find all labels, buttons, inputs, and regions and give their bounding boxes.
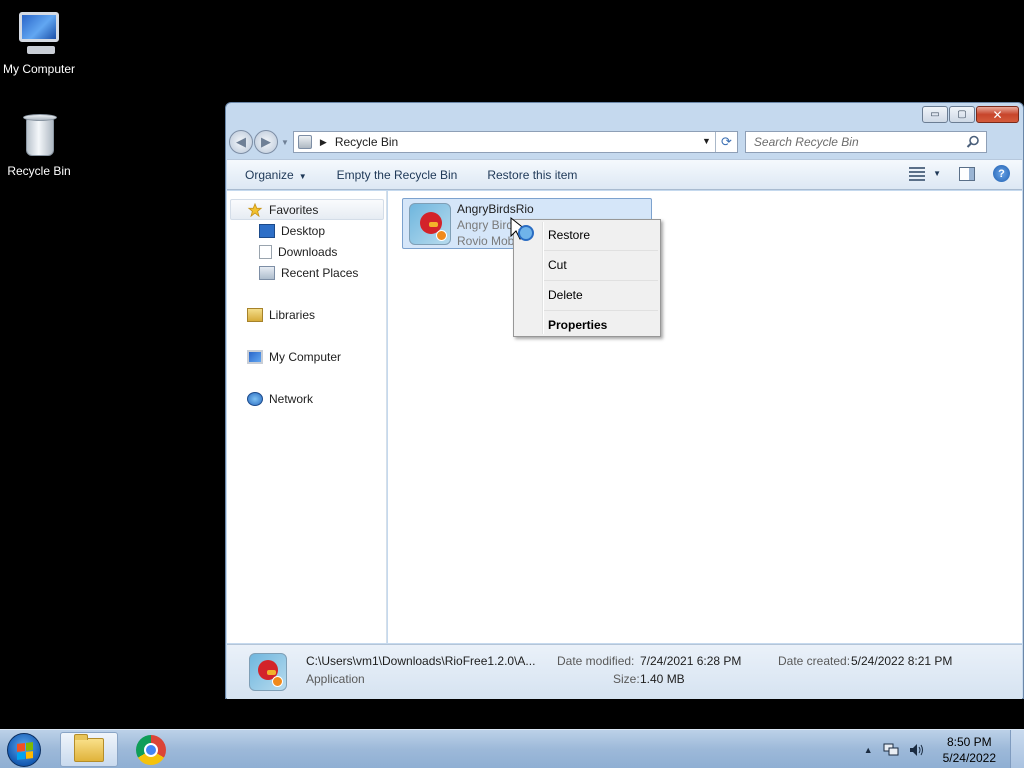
details-date-created: 5/24/2022 8:21 PM <box>851 654 953 668</box>
clock-time: 8:50 PM <box>946 734 992 749</box>
command-bar: Organize ▼ Empty the Recycle Bin Restore … <box>227 159 1022 190</box>
address-bar[interactable]: ▶ Recycle Bin ▼ ⟳ <box>292 131 738 153</box>
folder-icon <box>74 733 104 762</box>
nav-desktop[interactable]: Desktop <box>227 220 386 241</box>
taskbar-chrome-button[interactable] <box>122 732 180 767</box>
nav-recent-places[interactable]: Recent Places <box>227 262 386 283</box>
system-tray: ▲ 8:50 PM 5/24/2022 <box>864 730 1024 768</box>
taskbar-explorer-button[interactable] <box>60 732 118 767</box>
forward-button[interactable]: ▶ <box>254 130 278 154</box>
details-size-label: Size: <box>613 672 640 686</box>
nav-favorites[interactable]: Favorites <box>230 199 384 220</box>
search-input[interactable]: Search Recycle Bin <box>744 131 987 153</box>
breadcrumb-location[interactable]: Recycle Bin <box>335 135 398 149</box>
downloads-icon <box>259 244 272 259</box>
details-date-created-label: Date created: <box>778 654 851 668</box>
refresh-icon[interactable]: ⟳ <box>714 132 737 152</box>
empty-recycle-bin-button[interactable]: Empty the Recycle Bin <box>337 168 458 182</box>
network-icon[interactable] <box>883 743 899 757</box>
search-icon[interactable] <box>966 135 980 149</box>
show-desktop-button[interactable] <box>1010 730 1024 768</box>
breadcrumb-separator-icon[interactable]: ▶ <box>320 137 327 148</box>
volume-icon[interactable] <box>909 743 925 757</box>
recycle-bin-icon <box>297 135 312 149</box>
windows-logo-icon <box>17 742 33 760</box>
network-icon <box>247 391 263 406</box>
desktop-icon-label: Recycle Bin <box>7 164 71 178</box>
minimize-button[interactable]: ▭ <box>922 106 948 123</box>
details-type: Application <box>306 672 365 686</box>
details-path: C:\Users\vm1\Downloads\RioFree1.2.0\A... <box>306 654 536 668</box>
clock-date: 5/24/2022 <box>942 750 996 765</box>
context-cut[interactable]: Cut <box>514 250 660 280</box>
computer-icon <box>15 10 63 58</box>
desktop-icon-my-computer[interactable]: My Computer <box>0 10 78 76</box>
clock[interactable]: 8:50 PM 5/24/2022 <box>943 734 996 766</box>
back-button[interactable]: ◀ <box>229 130 253 154</box>
details-date-modified: 7/24/2021 6:28 PM <box>640 654 742 668</box>
context-restore[interactable]: Restore <box>514 220 660 250</box>
details-date-modified-label: Date modified: <box>557 654 635 668</box>
chevron-down-icon: ▼ <box>298 171 307 181</box>
file-list: AngryBirdsRio Angry Bird Rovio Mob <box>388 191 1022 643</box>
star-icon <box>247 202 263 217</box>
explorer-window: ▭ ▢ ✕ ◀ ▶ ▼ ▶ Recycle Bin ▼ ⟳ Search Rec… <box>225 102 1024 699</box>
recent-places-icon <box>259 265 275 280</box>
organize-button[interactable]: Organize ▼ <box>245 168 307 182</box>
start-button[interactable] <box>7 733 41 767</box>
recycle-bin-icon <box>15 112 63 160</box>
maximize-button[interactable]: ▢ <box>949 106 975 123</box>
angry-birds-app-icon <box>409 203 451 245</box>
computer-icon <box>247 349 263 364</box>
details-pane: C:\Users\vm1\Downloads\RioFree1.2.0\A...… <box>227 644 1022 699</box>
chrome-icon <box>136 734 166 765</box>
window-controls: ▭ ▢ ✕ <box>922 106 1019 123</box>
search-placeholder: Search Recycle Bin <box>753 135 859 149</box>
recent-pages-dropdown[interactable]: ▼ <box>281 138 289 147</box>
restore-item-button[interactable]: Restore this item <box>487 168 577 182</box>
close-button[interactable]: ✕ <box>976 106 1019 123</box>
desktop-icon <box>259 223 275 238</box>
views-icon <box>909 166 926 181</box>
chevron-down-icon: ▼ <box>933 169 941 178</box>
desktop-icon-recycle-bin[interactable]: Recycle Bin <box>0 112 78 178</box>
taskbar: ▲ 8:50 PM 5/24/2022 <box>0 729 1024 768</box>
address-dropdown-icon[interactable]: ▼ <box>702 136 711 146</box>
nav-network[interactable]: Network <box>227 388 386 409</box>
preview-pane-icon[interactable] <box>959 166 975 181</box>
nav-libraries[interactable]: Libraries <box>227 304 386 325</box>
angry-birds-app-icon <box>249 653 287 691</box>
context-properties[interactable]: Properties <box>514 310 660 340</box>
file-name: AngryBirdsRio <box>457 202 534 216</box>
navigation-pane: Favorites Desktop Downloads Recent Place… <box>227 191 387 643</box>
busy-cursor-icon <box>510 216 534 241</box>
change-view-button[interactable]: ▼ <box>909 166 941 181</box>
help-icon[interactable]: ? <box>993 165 1010 182</box>
show-hidden-icons-button[interactable]: ▲ <box>864 745 873 755</box>
context-delete[interactable]: Delete <box>514 280 660 310</box>
nav-downloads[interactable]: Downloads <box>227 241 386 262</box>
desktop-icon-label: My Computer <box>2 62 76 76</box>
address-row: ◀ ▶ ▼ ▶ Recycle Bin ▼ ⟳ Search Recycle B… <box>229 128 1020 156</box>
details-size: 1.40 MB <box>640 672 685 686</box>
nav-my-computer[interactable]: My Computer <box>227 346 386 367</box>
context-menu: Restore Cut Delete Properties <box>513 219 661 337</box>
libraries-icon <box>247 307 263 322</box>
